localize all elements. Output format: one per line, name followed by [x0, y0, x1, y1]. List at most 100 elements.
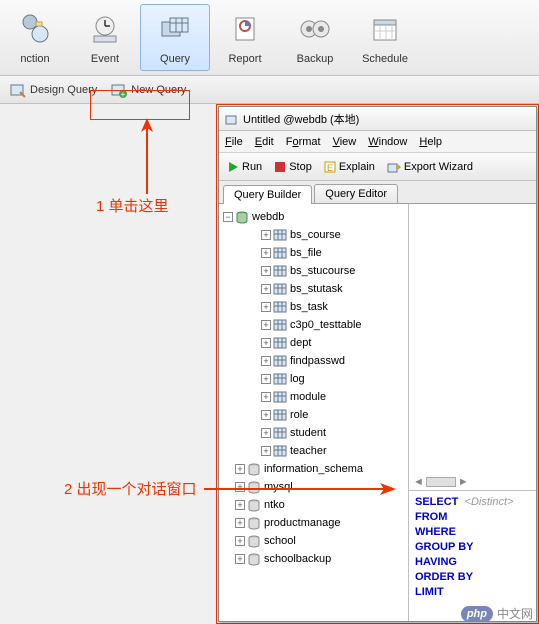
table-icon — [273, 246, 287, 260]
tree-item-label: role — [290, 409, 308, 421]
tree-item-label: productmanage — [264, 517, 340, 529]
tree-table-item[interactable]: + student — [221, 424, 406, 442]
canvas-scroll-indicator[interactable]: ◄► — [413, 476, 469, 488]
tree-item-label: findpasswd — [290, 355, 345, 367]
tree-table-item[interactable]: +bs_task — [221, 298, 406, 316]
expand-icon[interactable]: + — [261, 302, 271, 312]
stop-button[interactable]: Stop — [272, 159, 314, 175]
toolbar-function[interactable]: nction — [0, 4, 70, 71]
tree-table-item[interactable]: + role — [221, 406, 406, 424]
menu-help[interactable]: Help — [419, 136, 442, 148]
tree-table-item[interactable]: + bs_stutask — [221, 280, 406, 298]
expand-icon[interactable]: + — [261, 374, 271, 384]
expand-icon[interactable]: + — [235, 554, 245, 564]
annotation-1: 1 单击这里 — [96, 195, 169, 216]
table-icon — [273, 444, 287, 458]
tree-item-label: bs_stutask — [290, 283, 343, 295]
expand-icon[interactable]: + — [261, 266, 271, 276]
new-query-icon: + — [111, 82, 127, 98]
export-wizard-button[interactable]: Export Wizard — [385, 159, 475, 175]
tree-item-label: school — [264, 535, 296, 547]
expand-icon[interactable]: + — [261, 428, 271, 438]
tree-item-label: information_schema — [264, 463, 363, 475]
sub-toolbar: Design Query + New Query — [0, 76, 539, 104]
menu-edit[interactable]: Edit — [255, 136, 274, 148]
tab-query-builder[interactable]: Query Builder — [223, 185, 312, 204]
dialog-menu: File Edit Format View Window Help — [219, 131, 536, 153]
toolbar-report[interactable]: Report — [210, 4, 280, 71]
tree-db-item[interactable]: + productmanage — [221, 514, 406, 532]
toolbar-query[interactable]: Query — [140, 4, 210, 71]
function-icon — [17, 11, 53, 47]
tree-item-label: dept — [290, 337, 311, 349]
table-icon — [273, 228, 287, 242]
expand-icon[interactable]: + — [261, 410, 271, 420]
table-icon — [273, 300, 287, 314]
tree-table-item[interactable]: + bs_stucourse — [221, 262, 406, 280]
tree-table-item[interactable]: +module — [221, 388, 406, 406]
expand-icon[interactable]: + — [261, 392, 271, 402]
expand-icon[interactable]: + — [261, 320, 271, 330]
tree-db-item[interactable]: + information_schema — [221, 460, 406, 478]
run-button[interactable]: Run — [225, 159, 264, 175]
tab-query-editor[interactable]: Query Editor — [314, 184, 398, 203]
tree-table-item[interactable]: +c3p0_testtable — [221, 316, 406, 334]
explain-button[interactable]: E Explain — [322, 159, 377, 175]
tree-db-item[interactable]: +mysql — [221, 478, 406, 496]
expand-icon[interactable]: + — [235, 464, 245, 474]
tree-item-label: student — [290, 427, 326, 439]
tree-item-label: teacher — [290, 445, 327, 457]
table-icon — [273, 264, 287, 278]
menu-format[interactable]: Format — [286, 136, 321, 148]
collapse-icon[interactable]: − — [223, 212, 233, 222]
tree-item-label: log — [290, 373, 305, 385]
tree-db-item[interactable]: + ntko — [221, 496, 406, 514]
tree-panel[interactable]: − webdb +bs_course+bs_file+bs_stucourse+… — [219, 204, 409, 621]
tree-root[interactable]: − webdb — [221, 208, 406, 226]
expand-icon[interactable]: + — [261, 230, 271, 240]
menu-view[interactable]: View — [333, 136, 357, 148]
tree-item-label: bs_stucourse — [290, 265, 355, 277]
expand-icon[interactable]: + — [261, 284, 271, 294]
expand-icon[interactable]: + — [235, 536, 245, 546]
tree-table-item[interactable]: +bs_file — [221, 244, 406, 262]
expand-icon[interactable]: + — [235, 482, 245, 492]
database-root-icon — [235, 210, 249, 224]
expand-icon[interactable]: + — [261, 356, 271, 366]
expand-icon[interactable]: + — [261, 338, 271, 348]
expand-icon[interactable]: + — [261, 446, 271, 456]
svg-text:+: + — [121, 90, 126, 98]
tab-bar: Query Builder Query Editor — [219, 181, 536, 204]
tree-db-item[interactable]: + schoolbackup — [221, 550, 406, 568]
schedule-icon — [367, 11, 403, 47]
table-icon — [273, 426, 287, 440]
toolbar-schedule[interactable]: Schedule — [350, 4, 420, 71]
expand-icon[interactable]: + — [235, 518, 245, 528]
sql-keywords-panel[interactable]: SELECT <Distinct> FROM WHERE GROUP BY HA… — [409, 491, 536, 621]
tree-item-label: ntko — [264, 499, 285, 511]
tree-table-item[interactable]: +bs_course — [221, 226, 406, 244]
design-query-button[interactable]: Design Query — [6, 80, 101, 100]
stop-icon — [274, 161, 286, 173]
database-icon — [247, 552, 261, 566]
tree-table-item[interactable]: + findpasswd — [221, 352, 406, 370]
menu-file[interactable]: File — [225, 136, 243, 148]
export-icon — [387, 161, 401, 173]
toolbar-backup[interactable]: Backup — [280, 4, 350, 71]
menu-window[interactable]: Window — [368, 136, 407, 148]
tree-item-label: schoolbackup — [264, 553, 331, 565]
expand-icon[interactable]: + — [261, 248, 271, 258]
dialog-titlebar[interactable]: Untitled @webdb (本地) — [219, 107, 536, 131]
php-badge-icon: php — [461, 606, 493, 622]
query-canvas[interactable]: ◄► — [409, 204, 536, 491]
expand-icon[interactable]: + — [235, 500, 245, 510]
tree-table-item[interactable]: + teacher — [221, 442, 406, 460]
table-icon — [273, 390, 287, 404]
tree-db-item[interactable]: + school — [221, 532, 406, 550]
toolbar-event[interactable]: Event — [70, 4, 140, 71]
tree-table-item[interactable]: + log — [221, 370, 406, 388]
new-query-button[interactable]: + New Query — [107, 80, 190, 100]
svg-text:E: E — [327, 163, 333, 173]
tree-table-item[interactable]: + dept — [221, 334, 406, 352]
tree-root-label: webdb — [252, 211, 284, 223]
